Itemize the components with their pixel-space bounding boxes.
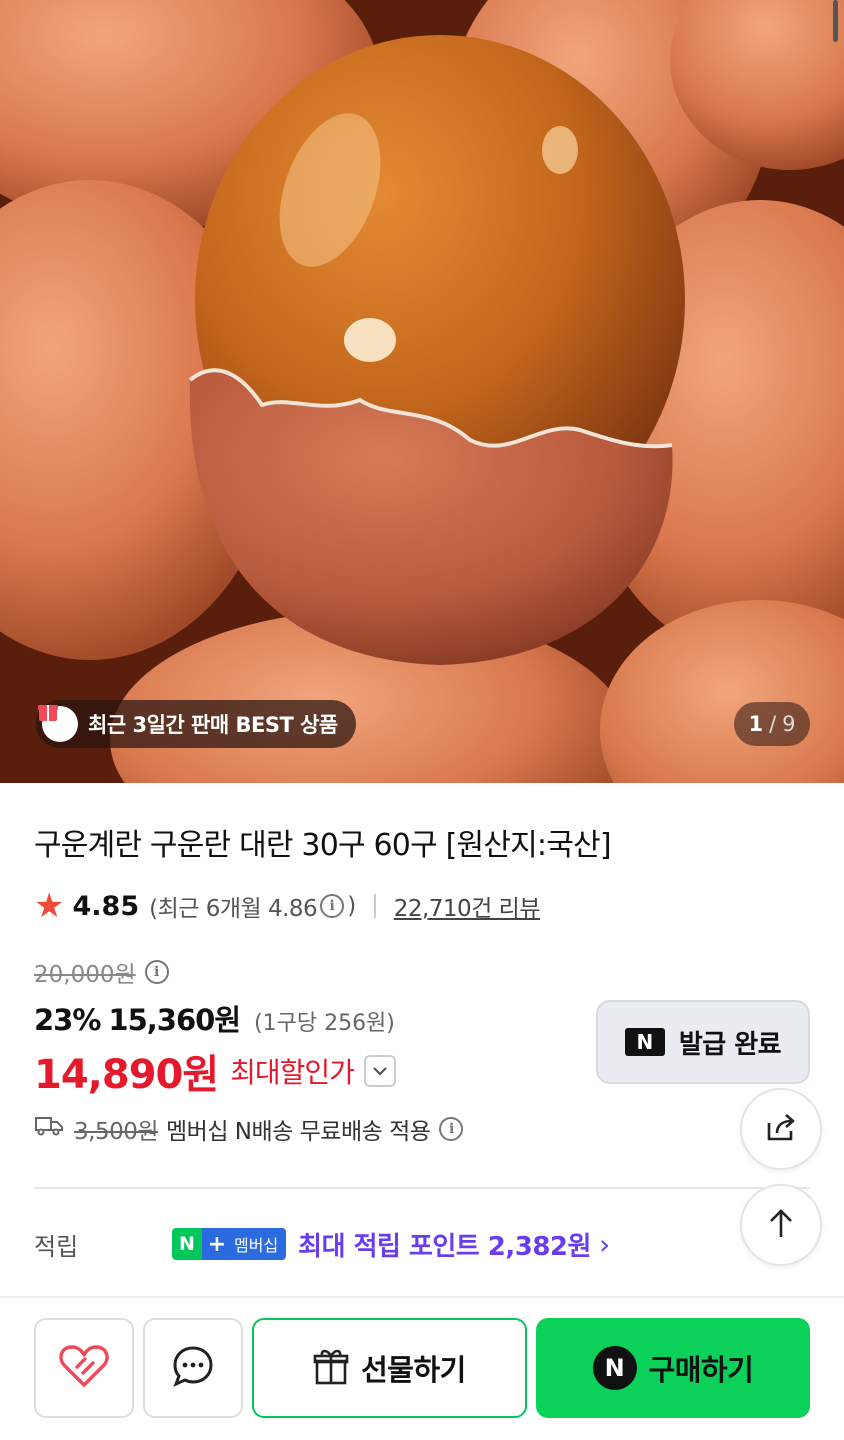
rating-row: ★ 4.85 (최근 6개월 4.86 i ) 22,710건 리뷰 xyxy=(34,886,540,926)
divider xyxy=(373,894,376,918)
product-image[interactable]: 최근 3일간 판매 BEST 상품 1 / 9 xyxy=(0,0,844,783)
original-price-row: 20,000원 i xyxy=(34,955,172,989)
gift-button[interactable]: 선물하기 xyxy=(252,1318,527,1418)
naver-n-icon: N xyxy=(624,1028,665,1056)
scrollbar-thumb[interactable] xyxy=(833,0,838,42)
star-icon: ★ xyxy=(34,886,65,926)
review-count-link[interactable]: 22,710건 리뷰 xyxy=(394,889,541,923)
recent-rating: (최근 6개월 4.86 xyxy=(149,896,318,922)
info-icon[interactable]: i xyxy=(320,894,345,918)
divider xyxy=(0,1296,844,1298)
max-discount-price: 14,890원 xyxy=(34,1052,219,1098)
discount-percent: 23% xyxy=(34,1003,101,1037)
coupon-issued-button[interactable]: N 발급 완료 xyxy=(596,1000,810,1084)
buy-button[interactable]: N 구매하기 xyxy=(536,1318,810,1418)
pager-current: 1 xyxy=(748,712,764,736)
best-seller-badge: 최근 3일간 판매 BEST 상품 xyxy=(36,700,356,748)
gift-button-label: 선물하기 xyxy=(361,1353,466,1387)
original-shipping-fee: 3,500원 xyxy=(74,1119,159,1145)
truck-icon xyxy=(34,1115,64,1143)
scroll-top-button[interactable] xyxy=(740,1184,822,1266)
points-row[interactable]: 적립 N + 멤버십 최대 적립 포인트 2,382원 › xyxy=(34,1224,734,1264)
membership-n: N xyxy=(172,1228,202,1260)
chat-bubble-icon xyxy=(170,1343,216,1393)
best-badge-text: 최근 3일간 판매 BEST 상품 xyxy=(88,713,338,737)
divider xyxy=(34,1187,810,1189)
talk-button[interactable] xyxy=(143,1318,243,1418)
gift-box-icon xyxy=(38,705,78,742)
recent-rating-close: ) xyxy=(347,893,356,919)
max-discount-row: 14,890원 최대할인가 xyxy=(34,1042,396,1100)
image-pager: 1 / 9 xyxy=(734,702,810,746)
membership-text: 멤버십 xyxy=(232,1228,287,1260)
sale-price-row: 23% 15,360원 (1구당 256원) xyxy=(34,997,395,1039)
arrow-up-icon xyxy=(763,1205,799,1245)
share-button[interactable] xyxy=(740,1088,822,1170)
share-icon xyxy=(761,1107,801,1151)
shipping-row: 3,500원 멤버십 N배송 무료배송 적용 i xyxy=(34,1112,466,1146)
membership-plus: + xyxy=(202,1228,232,1260)
naver-pay-icon: N xyxy=(592,1346,637,1390)
gift-icon xyxy=(313,1347,349,1389)
product-title: 구운계란 구운란 대란 30구 60구 [원산지:국산] xyxy=(34,828,612,863)
buy-button-label: 구매하기 xyxy=(648,1353,754,1387)
chevron-down-icon[interactable] xyxy=(363,1055,396,1087)
points-label: 적립 xyxy=(34,1232,79,1261)
like-button[interactable] xyxy=(34,1318,134,1418)
original-price: 20,000원 xyxy=(34,962,136,988)
sale-price: 15,360원 xyxy=(108,1003,241,1037)
max-points-text: 최대 적립 포인트 2,382원 xyxy=(298,1231,591,1262)
n-plus-membership-badge: N + 멤버십 xyxy=(172,1228,287,1260)
unit-price: (1구당 256원) xyxy=(254,1011,395,1036)
pager-separator: / xyxy=(769,712,777,736)
pager-total: 9 xyxy=(782,712,796,736)
chevron-right-icon: › xyxy=(598,1227,611,1261)
shipping-text: 멤버십 N배송 무료배송 적용 xyxy=(166,1119,431,1145)
info-icon[interactable]: i xyxy=(144,960,169,984)
egg-photo xyxy=(0,0,844,783)
max-discount-label: 최대할인가 xyxy=(230,1056,355,1089)
info-icon[interactable]: i xyxy=(439,1117,464,1141)
coupon-button-label: 발급 완료 xyxy=(678,1029,782,1060)
heart-icon xyxy=(58,1343,110,1393)
rating-score: 4.85 xyxy=(72,890,140,922)
